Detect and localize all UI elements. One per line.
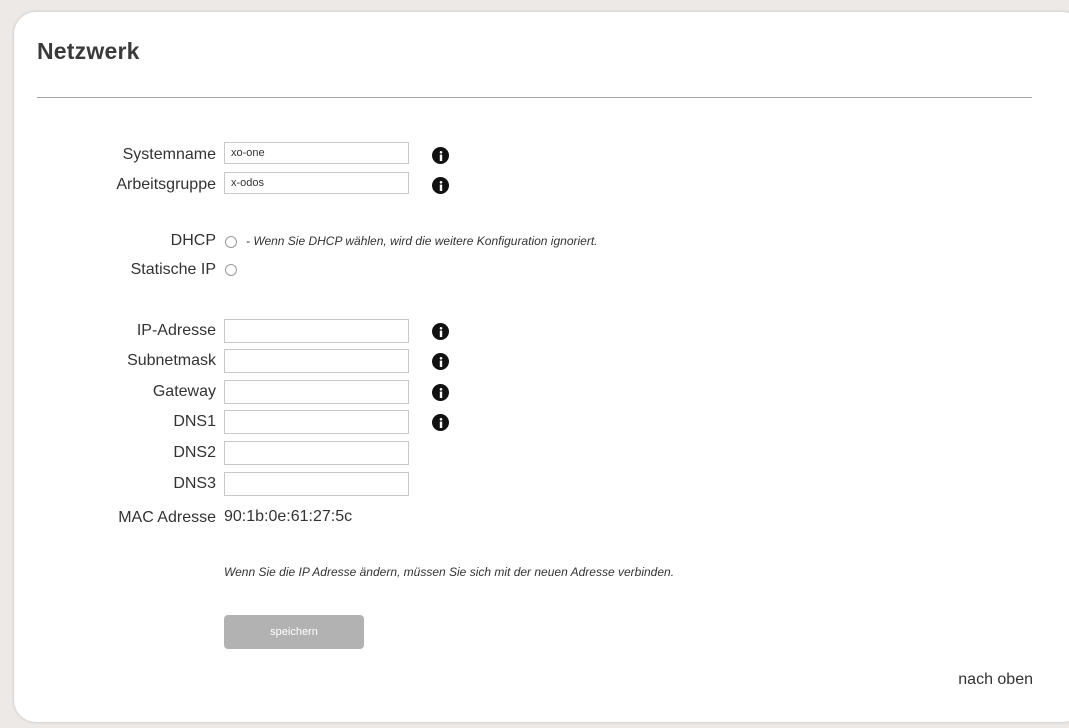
dns3-input[interactable] [224,472,409,496]
subnet-label: Subnetmask [127,352,216,369]
ip-label: IP-Adresse [136,322,216,339]
gateway-input[interactable] [224,380,409,404]
arbeitsgruppe-label: Arbeitsgruppe [116,176,216,193]
info-icon[interactable] [432,177,449,194]
info-icon[interactable] [432,414,449,431]
dns1-label: DNS1 [173,413,216,430]
systemname-input[interactable] [224,142,409,164]
title-divider [37,97,1032,98]
page-title: Netzwerk [37,38,140,64]
save-button[interactable]: speichern [224,615,364,649]
back-to-top-link[interactable]: nach oben [958,671,1033,689]
info-icon[interactable] [432,384,449,401]
dhcp-radio[interactable] [225,236,237,248]
gateway-label: Gateway [152,383,216,400]
mac-label: MAC Adresse [118,509,216,526]
dns2-label: DNS2 [173,444,216,461]
info-icon[interactable] [432,323,449,340]
mac-value: 90:1b:0e:61:27:5c [224,508,353,525]
systemname-label: Systemname [122,146,216,163]
ip-input[interactable] [224,319,409,343]
subnet-input[interactable] [224,349,409,373]
info-icon[interactable] [432,147,449,164]
info-icon[interactable] [432,353,449,370]
dhcp-label: DHCP [170,232,216,249]
dns1-input[interactable] [224,410,409,434]
dhcp-hint: - Wenn Sie DHCP wählen, wird die weitere… [246,234,598,248]
ip-change-notice: Wenn Sie die IP Adresse ändern, müssen S… [224,565,675,579]
dns3-label: DNS3 [173,475,216,492]
dns2-input[interactable] [224,441,409,465]
arbeitsgruppe-input[interactable] [224,172,409,194]
static-ip-radio[interactable] [225,264,237,276]
static-ip-label: Statische IP [130,261,216,278]
